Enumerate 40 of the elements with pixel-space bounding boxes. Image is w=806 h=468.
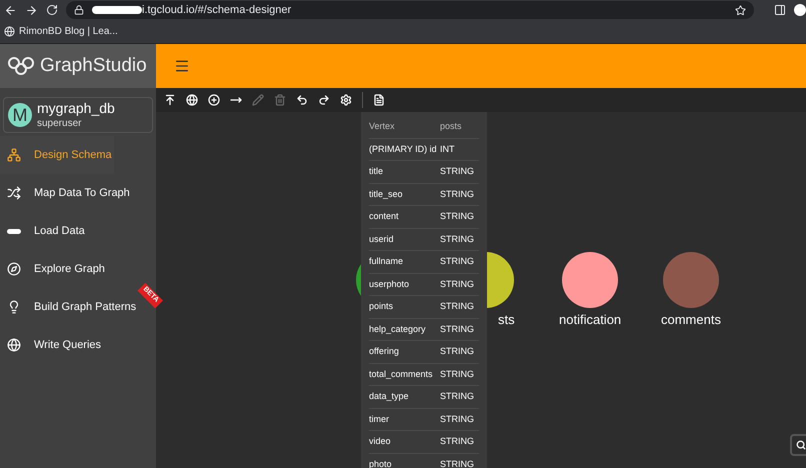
attribute-type: STRING (440, 458, 474, 468)
attribute-type: INT (440, 142, 454, 156)
attribute-name: offering (369, 345, 400, 358)
graph-name: mygraph_db (37, 100, 115, 118)
attribute-name: help_category (369, 322, 427, 336)
attribute-name: photo (369, 458, 393, 468)
vertex-label: notification (559, 311, 622, 329)
attribute-type: posts (440, 120, 462, 133)
attribute-type: STRING (440, 390, 474, 403)
attribute-name: data_type (369, 390, 410, 403)
attribute-type: STRING (440, 435, 474, 448)
attribute-type: STRING (440, 368, 474, 380)
attribute-name: points (369, 300, 394, 313)
graph-role: superuser (37, 118, 82, 130)
attribute-type: STRING (440, 210, 474, 223)
attribute-type: STRING (440, 322, 474, 336)
url-text: i.tgcloud.io/#/schema-designer (142, 2, 292, 18)
attribute-name: title_seo (369, 188, 404, 201)
attribute-name: video (369, 435, 392, 448)
attribute-type: STRING (440, 345, 474, 358)
attribute-type: STRING (440, 278, 474, 290)
attribute-name: fullname (369, 255, 404, 268)
attribute-name: total_comments (369, 368, 434, 381)
attribute-name: timer (369, 412, 390, 426)
vertex-label: sts (498, 311, 515, 329)
attribute-type: STRING (440, 232, 474, 246)
attribute-name: (PRIMARY ID) id (369, 142, 438, 156)
attribute-type: STRING (440, 412, 474, 426)
attribute-name: userid (369, 232, 395, 246)
attribute-name: content (369, 210, 400, 223)
attribute-name: title (369, 165, 384, 178)
attribute-type: STRING (440, 300, 474, 313)
app-logo-text: GraphStudio (40, 54, 147, 78)
vertex-label: comments (661, 311, 721, 329)
attribute-name: userphoto (369, 278, 410, 291)
attribute-type: STRING (440, 188, 474, 200)
attribute-type: STRING (440, 255, 474, 268)
attribute-name: Vertex (369, 120, 396, 133)
graph-avatar: M (8, 103, 32, 127)
attribute-type: STRING (440, 165, 474, 178)
